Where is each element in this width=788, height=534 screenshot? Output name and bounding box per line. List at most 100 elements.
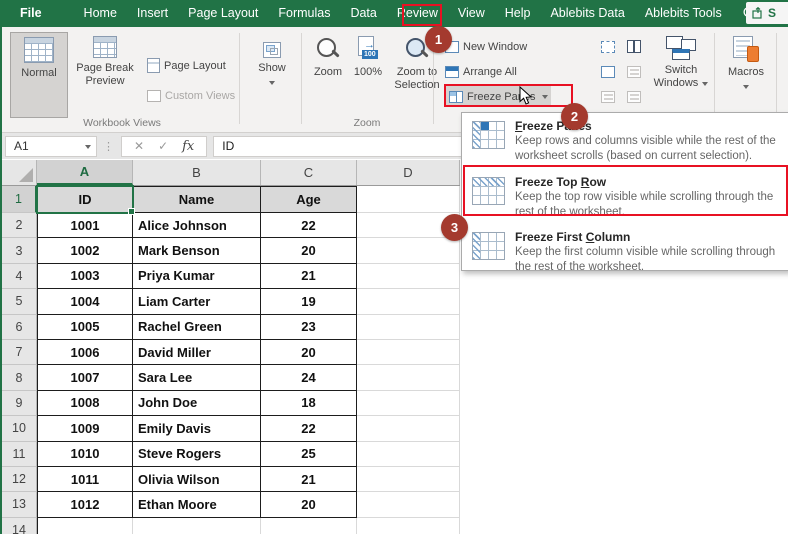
- cell-d13[interactable]: [357, 492, 460, 517]
- row-header-3[interactable]: 3: [2, 238, 37, 263]
- zoom-100-button[interactable]: →100 100%: [348, 32, 388, 112]
- row-header-9[interactable]: 9: [2, 391, 37, 416]
- cell-d5[interactable]: [357, 289, 460, 314]
- cell-b11[interactable]: Steve Rogers: [133, 442, 261, 467]
- cell-c11[interactable]: 25: [261, 442, 357, 467]
- cell-d1[interactable]: [357, 186, 460, 213]
- row-header-7[interactable]: 7: [2, 340, 37, 365]
- tab-help[interactable]: Help: [495, 0, 541, 27]
- cell-a8[interactable]: 1007: [37, 365, 133, 390]
- cancel-icon[interactable]: ✕: [134, 139, 144, 153]
- cell-a3[interactable]: 1002: [37, 238, 133, 263]
- cell-d4[interactable]: [357, 264, 460, 289]
- cell-b9[interactable]: John Doe: [133, 391, 261, 416]
- cell-d8[interactable]: [357, 365, 460, 390]
- cell-c4[interactable]: 21: [261, 264, 357, 289]
- tab-file[interactable]: File: [10, 0, 52, 27]
- tab-ablebits-tools[interactable]: Ablebits Tools: [635, 0, 732, 27]
- cell-b13[interactable]: Ethan Moore: [133, 492, 261, 517]
- cell-a5[interactable]: 1004: [37, 289, 133, 314]
- cell-c13[interactable]: 20: [261, 492, 357, 517]
- cell-c6[interactable]: 23: [261, 315, 357, 340]
- row-header-4[interactable]: 4: [2, 264, 37, 289]
- row-header-11[interactable]: 11: [2, 442, 37, 467]
- normal-view-button[interactable]: Normal: [10, 32, 68, 118]
- name-box-dropdown-icon[interactable]: [85, 145, 91, 149]
- cell-b5[interactable]: Liam Carter: [133, 289, 261, 314]
- cell-d9[interactable]: [357, 391, 460, 416]
- cell-a1[interactable]: ID: [37, 186, 133, 213]
- row-header-8[interactable]: 8: [2, 365, 37, 390]
- switch-windows-button[interactable]: SwitchWindows: [652, 32, 710, 118]
- cell-a11[interactable]: 1010: [37, 442, 133, 467]
- menu-item-freeze-panes[interactable]: Freeze Panes Keep rows and columns visib…: [462, 113, 788, 169]
- cell-b14[interactable]: [133, 518, 261, 534]
- row-header-10[interactable]: 10: [2, 416, 37, 441]
- select-all-corner[interactable]: [2, 160, 37, 185]
- cell-d3[interactable]: [357, 238, 460, 263]
- cell-b8[interactable]: Sara Lee: [133, 365, 261, 390]
- tab-view[interactable]: View: [448, 0, 495, 27]
- cell-b1[interactable]: Name: [133, 186, 261, 213]
- arrange-all-button[interactable]: Arrange All: [442, 61, 520, 82]
- hide-button[interactable]: [598, 61, 618, 82]
- tab-formulas[interactable]: Formulas: [268, 0, 340, 27]
- cell-d14[interactable]: [357, 518, 460, 534]
- cell-c8[interactable]: 24: [261, 365, 357, 390]
- cell-d11[interactable]: [357, 442, 460, 467]
- cell-a12[interactable]: 1011: [37, 467, 133, 492]
- tab-data[interactable]: Data: [340, 0, 386, 27]
- cell-a9[interactable]: 1008: [37, 391, 133, 416]
- cell-c12[interactable]: 21: [261, 467, 357, 492]
- menu-item-freeze-first-column[interactable]: Freeze First Column Keep the first colum…: [462, 224, 788, 280]
- row-header-2[interactable]: 2: [2, 213, 37, 238]
- cell-b2[interactable]: Alice Johnson: [133, 213, 261, 238]
- cell-a7[interactable]: 1006: [37, 340, 133, 365]
- cell-d10[interactable]: [357, 416, 460, 441]
- freeze-panes-button[interactable]: Freeze Panes: [446, 86, 551, 107]
- tab-home[interactable]: Home: [74, 0, 127, 27]
- view-side-by-side-button[interactable]: [624, 36, 644, 57]
- row-header-12[interactable]: 12: [2, 467, 37, 492]
- row-header-1[interactable]: 1: [2, 186, 37, 213]
- cell-c3[interactable]: 20: [261, 238, 357, 263]
- cell-d12[interactable]: [357, 467, 460, 492]
- cell-c7[interactable]: 20: [261, 340, 357, 365]
- row-header-14[interactable]: 14: [2, 518, 37, 534]
- cell-c5[interactable]: 19: [261, 289, 357, 314]
- page-break-preview-button[interactable]: Page Break Preview: [72, 32, 138, 118]
- cell-c2[interactable]: 22: [261, 213, 357, 238]
- cell-d7[interactable]: [357, 340, 460, 365]
- cell-c9[interactable]: 18: [261, 391, 357, 416]
- row-header-13[interactable]: 13: [2, 492, 37, 517]
- tab-review[interactable]: Review: [387, 0, 448, 27]
- cell-b12[interactable]: Olivia Wilson: [133, 467, 261, 492]
- insert-function-icon[interactable]: fx: [182, 139, 194, 154]
- cell-a4[interactable]: 1003: [37, 264, 133, 289]
- row-header-6[interactable]: 6: [2, 315, 37, 340]
- cell-a10[interactable]: 1009: [37, 416, 133, 441]
- cell-a6[interactable]: 1005: [37, 315, 133, 340]
- cell-b3[interactable]: Mark Benson: [133, 238, 261, 263]
- enter-icon[interactable]: ✓: [158, 139, 168, 153]
- name-box[interactable]: A1: [5, 136, 97, 157]
- new-window-button[interactable]: New Window: [442, 36, 530, 57]
- row-header-5[interactable]: 5: [2, 289, 37, 314]
- show-button[interactable]: Show: [250, 32, 294, 106]
- column-header-b[interactable]: B: [133, 160, 261, 185]
- column-header-a[interactable]: A: [37, 160, 133, 185]
- share-button[interactable]: S: [746, 2, 788, 24]
- tab-page-layout[interactable]: Page Layout: [178, 0, 268, 27]
- cell-a13[interactable]: 1012: [37, 492, 133, 517]
- cell-c14[interactable]: [261, 518, 357, 534]
- cell-b10[interactable]: Emily Davis: [133, 416, 261, 441]
- column-header-d[interactable]: D: [357, 160, 460, 185]
- zoom-button[interactable]: Zoom: [308, 32, 348, 112]
- cell-d6[interactable]: [357, 315, 460, 340]
- tab-insert[interactable]: Insert: [127, 0, 178, 27]
- column-header-c[interactable]: C: [261, 160, 357, 185]
- cell-a2[interactable]: 1001: [37, 213, 133, 238]
- cell-c10[interactable]: 22: [261, 416, 357, 441]
- cell-c1[interactable]: Age: [261, 186, 357, 213]
- macros-button[interactable]: Macros: [720, 32, 772, 118]
